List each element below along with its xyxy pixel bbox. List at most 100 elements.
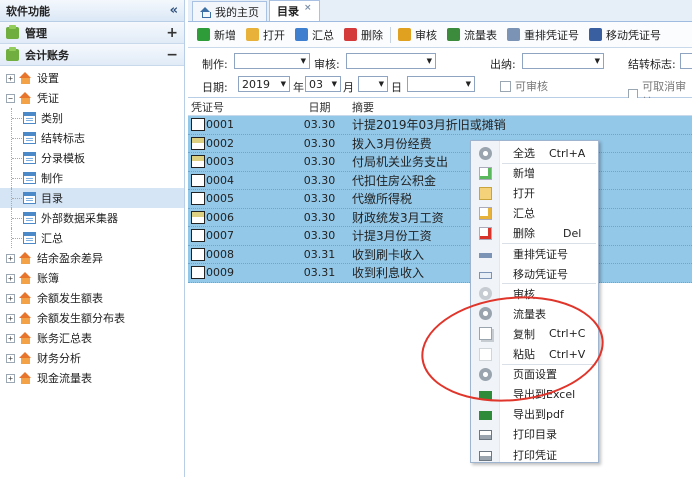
expand-icon[interactable]: + [6,313,15,323]
collapse-icon[interactable]: − [6,93,15,103]
expand-icon[interactable]: + [6,373,15,383]
expand-icon[interactable]: + [6,73,15,83]
open-button[interactable]: 打开 [241,25,290,45]
flow-table-button[interactable]: 流量表 [442,25,502,45]
tab-label: 目录 [277,5,299,18]
maker-label: 制作: [202,58,228,71]
table-row[interactable]: 0008 03.31 收到刷卡收入 [188,245,692,264]
add-button[interactable]: 新增 [192,25,241,45]
context-menu-item[interactable]: 删除 Del [471,223,598,243]
maker-select[interactable]: ▼ [234,53,310,69]
expand-icon[interactable]: + [6,293,15,303]
month-select[interactable]: 03 ▼ [305,76,341,92]
tree-node-external-data[interactable]: 外部数据采集器 [0,208,184,228]
context-menu-item[interactable]: 导出到Excel [471,384,598,404]
context-menu-item[interactable]: 复制 Ctrl+C [471,324,598,344]
day-select[interactable]: ▼ [358,76,388,92]
context-menu-item[interactable]: 审核 [471,284,598,304]
open-icon [246,28,259,41]
voucher-number-cell: 0001 [188,118,291,132]
tree-node-surplus-diff[interactable]: + 结余盈余差异 [0,248,184,268]
summary-button[interactable]: 汇总 [290,25,339,45]
voucher-number: 0006 [206,210,234,224]
table-row[interactable]: 0003 03.30 付局机关业务支出 [188,153,692,172]
column-header-date[interactable]: 日期 [291,99,348,115]
context-menu-item-label: 打开 [513,187,535,201]
collapse-icon[interactable]: − [166,47,178,63]
tree-node-cash-flow[interactable]: + 现金流量表 [0,368,184,388]
context-menu-item[interactable]: 打印凭证 [471,445,598,465]
table-row[interactable]: 0006 03.30 财政统发3月工资 [188,208,692,227]
expand-icon[interactable]: + [6,253,15,263]
context-menu-item[interactable]: 页面设置 [471,364,598,384]
tab-home[interactable]: 我的主页 [192,1,267,21]
tree-node-category[interactable]: 类别 [0,108,184,128]
auditor-select[interactable]: ▼ [346,53,436,69]
cashier-select[interactable]: ▼ [522,53,604,69]
column-header-summary[interactable]: 摘要 [348,99,692,115]
context-menu-item[interactable]: 导出到pdf [471,404,598,424]
table-row[interactable]: 0004 03.30 代扣住房公积金 [188,171,692,190]
tab-bar: 我的主页 目录 × [188,0,692,22]
collapse-sidebar-icon[interactable]: « [170,3,178,18]
tree-node-account-summary[interactable]: + 账务汇总表 [0,328,184,348]
carry-flag-select[interactable] [680,53,692,69]
renumber-button[interactable]: 重排凭证号 [502,25,584,45]
tab-catalog[interactable]: 目录 × [269,0,320,21]
context-menu-item[interactable]: 重排凭证号 [471,244,598,264]
context-menu-item[interactable]: 新增 [471,163,598,183]
tree-node-entry-template[interactable]: 分录模板 [0,148,184,168]
module-icon [19,272,32,284]
expand-icon[interactable]: + [6,333,15,343]
column-header-number[interactable]: 凭证号 [188,99,291,115]
context-menu-item[interactable]: 打开 [471,183,598,203]
context-menu-item[interactable]: 流量表 [471,304,598,324]
delete-icon [344,28,357,41]
table-row[interactable]: 0001 03.30 计提2019年03月折旧或摊销 [188,116,692,135]
sidebar-section-accounting[interactable]: 会计账务 − [0,44,184,66]
chevron-down-icon: ▼ [331,80,337,88]
expand-icon[interactable]: + [6,353,15,363]
table-row[interactable]: 0005 03.30 代缴所得税 [188,190,692,209]
month-value: 03 [309,77,323,91]
checkbox-box[interactable] [500,80,511,92]
day-unit: 日 [391,81,402,94]
context-menu-item[interactable]: 汇总 [471,203,598,223]
audit-button[interactable]: 审核 [393,25,442,45]
voucher-number-cell: 0009 [188,266,291,280]
move-number-button[interactable]: 移动凭证号 [584,25,666,45]
year-unit: 年 [293,81,304,94]
year-select[interactable]: 2019 ▼ [238,76,290,92]
tree-node-carry-flag[interactable]: 结转标志 [0,128,184,148]
tree-node-make[interactable]: 制作 [0,168,184,188]
table-row[interactable]: 0007 03.30 计提3月份工资 [188,227,692,246]
tree-node-summary[interactable]: 汇总 [0,228,184,248]
context-menu-item[interactable]: 全选 Ctrl+A [471,143,598,163]
context-menu-item-label: 导出到Excel [513,388,576,402]
voucher-doc-icon [191,266,205,280]
tree-node-balance-distribution[interactable]: + 余额发生额分布表 [0,308,184,328]
sidebar-section-manage[interactable]: 管理 + [0,22,184,44]
tree-node-voucher[interactable]: − 凭证 [0,88,184,108]
module-icon [19,352,32,364]
context-menu-item-label: 删除 [513,227,535,241]
delete-button[interactable]: 删除 [339,25,388,45]
module-icon [19,252,32,264]
can-audit-checkbox[interactable]: 可审核 [500,78,548,94]
tree-node-catalog[interactable]: 目录 [0,188,184,208]
tree-node-settings[interactable]: + 设置 [0,68,184,88]
close-icon[interactable]: × [304,3,312,13]
context-menu-item[interactable]: 打印目录 [471,424,598,444]
expand-icon[interactable]: + [166,25,178,41]
table-row[interactable]: 0009 03.31 收到利息收入 [188,264,692,283]
tree-node-financial-analysis[interactable]: + 财务分析 [0,348,184,368]
context-menu-item-label: 移动凭证号 [513,267,568,281]
context-menu-item[interactable]: 粘贴 Ctrl+V [471,344,598,364]
table-row[interactable]: 0002 03.30 拨入3月份经费 [188,134,692,153]
tree-node-ledger[interactable]: + 账簿 [0,268,184,288]
day-end-select[interactable]: ▼ [407,76,475,92]
expand-icon[interactable]: + [6,273,15,283]
tree-node-balance-sheet[interactable]: + 余额发生额表 [0,288,184,308]
sidebar-header: 软件功能 « [0,0,184,22]
context-menu-item[interactable]: 移动凭证号 [471,264,598,284]
